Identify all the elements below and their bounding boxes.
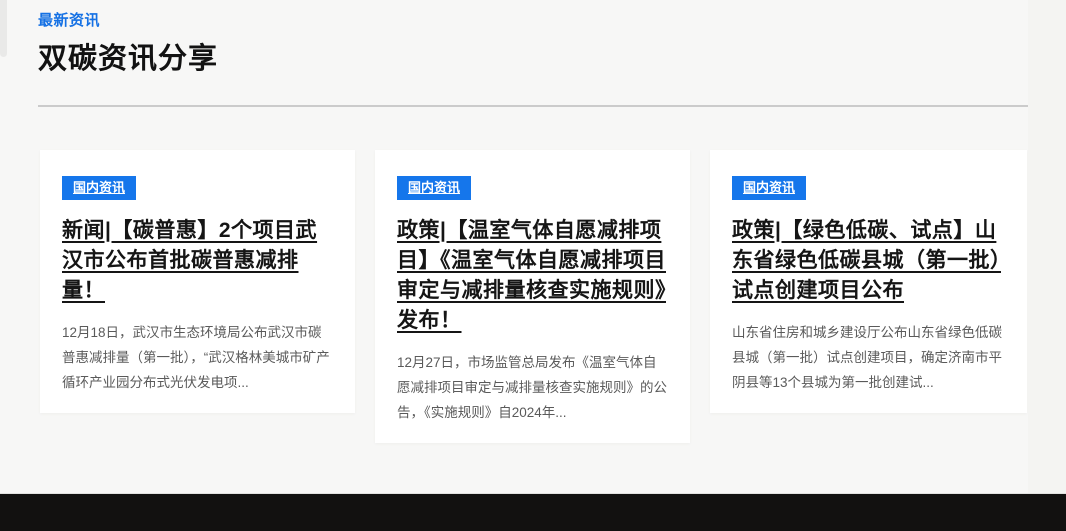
article-excerpt: 山东省住房和城乡建设厅公布山东省绿色低碳县城（第一批）试点创建项目，确定济南市平… (732, 320, 1005, 395)
news-card: 国内资讯 政策|【绿色低碳、试点】山东省绿色低碳县城（第一批）试点创建项目公布 … (710, 150, 1027, 413)
article-excerpt: 12月27日，市场监管总局发布《温室气体自愿减排项目审定与减排量核查实施规则》的… (397, 350, 668, 425)
article-title-link[interactable]: 政策|【温室气体自愿减排项目】《温室气体自愿减排项目审定与减排量核查实施规则》发… (397, 216, 668, 336)
page-title: 双碳资讯分享 (38, 35, 1066, 77)
section-header: 最新资讯 双碳资讯分享 (0, 0, 1066, 77)
article-title-link[interactable]: 政策|【绿色低碳、试点】山东省绿色低碳县城（第一批）试点创建项目公布 (732, 216, 1005, 306)
footer-bar (0, 493, 1066, 531)
news-card: 国内资讯 政策|【温室气体自愿减排项目】《温室气体自愿减排项目审定与减排量核查实… (375, 150, 690, 443)
category-badge-link[interactable]: 国内资讯 (732, 176, 806, 200)
section-eyebrow: 最新资讯 (38, 9, 1066, 30)
category-badge-link[interactable]: 国内资讯 (397, 176, 471, 200)
category-badge-link[interactable]: 国内资讯 (62, 176, 136, 200)
news-card: 国内资讯 新闻|【碳普惠】2个项目武汉市公布首批碳普惠减排量！ 12月18日，武… (40, 150, 355, 413)
news-card-list: 国内资讯 新闻|【碳普惠】2个项目武汉市公布首批碳普惠减排量！ 12月18日，武… (40, 150, 1027, 443)
article-title-link[interactable]: 新闻|【碳普惠】2个项目武汉市公布首批碳普惠减排量！ (62, 216, 333, 306)
header-divider (38, 105, 1033, 107)
article-excerpt: 12月18日，武汉市生态环境局公布武汉市碳普惠减排量（第一批），“武汉格林美城市… (62, 320, 333, 395)
